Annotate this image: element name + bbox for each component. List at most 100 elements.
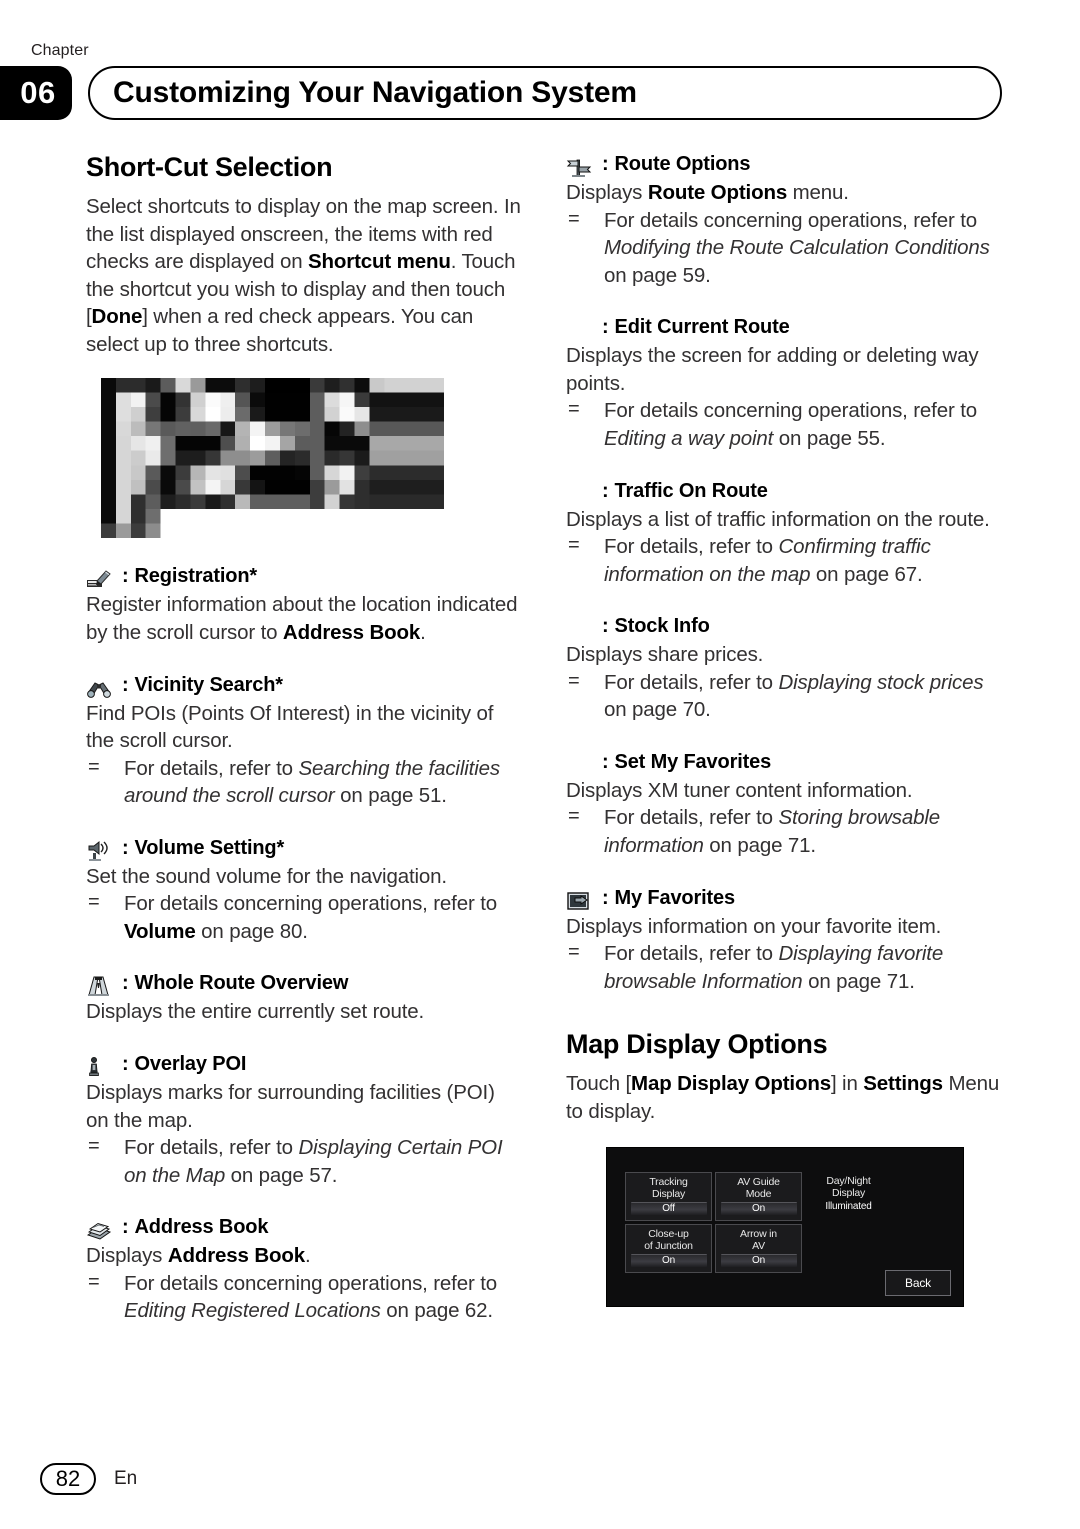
short-cut-selection-intro: Select shortcuts to display on the map s… — [86, 195, 521, 356]
map-option-label-line2: Display — [831, 1187, 866, 1200]
entry-title-text: Stock Info — [614, 615, 710, 638]
my-favorites-icon — [566, 889, 600, 911]
entry-separator: : — [122, 1216, 129, 1239]
reference-mark-icon: = — [568, 534, 580, 557]
map-option-button[interactable]: Arrow in AV On — [715, 1224, 802, 1274]
entry-whole-route-overview: : Whole Route Overview Displays the entire… — [86, 971, 522, 1026]
entry-separator: : — [122, 565, 129, 588]
map-option-value: On — [630, 1254, 707, 1268]
map-option-label-line2: of Junction — [644, 1240, 693, 1253]
reference-note: = For details, refer to Displaying stock … — [566, 669, 1002, 724]
entry-description: Find POIs (Points Of Interest) in the vi… — [86, 701, 494, 753]
reference-note: = For details, refer to Storing browsable… — [566, 804, 1002, 859]
entry-volume-setting: : Volume Setting* Set the sound volume for… — [86, 836, 522, 946]
left-column: Short-Cut Selection Select shortcuts to … — [86, 152, 522, 1325]
entry-heading: : Route Options — [566, 152, 1002, 177]
reference-mark-icon: = — [88, 1135, 100, 1158]
reference-note: = For details, refer to Displaying favori… — [566, 940, 1002, 995]
entry-vicinity-search: : Vicinity Search* Find POIs (Points Of In… — [86, 673, 522, 810]
map-display-options-intro: Touch [Map Display Options] in Settings … — [566, 1072, 1000, 1123]
right-column-entries: : Route Options Displays Route Options men… — [566, 152, 1002, 995]
entry-separator: : — [602, 750, 609, 773]
entry-heading: : Set My Favorites — [566, 750, 1002, 775]
reference-note-text: For details, refer to Displaying Certain… — [124, 1136, 503, 1187]
reference-mark-icon: = — [568, 398, 580, 421]
reference-note: = For details, refer to Displaying Certai… — [86, 1134, 522, 1189]
page-footer: 82 En — [40, 1463, 137, 1495]
reference-mark-icon: = — [568, 207, 580, 230]
back-button[interactable]: Back — [885, 1270, 951, 1297]
entry-description: Displays marks for surrounding facilitie… — [86, 1081, 495, 1132]
reference-note-text: For details, refer to Displaying stock p… — [604, 670, 984, 722]
chapter-label: Chapter — [31, 42, 89, 59]
entry-edit-current-route: : Edit Current Route Displays the screen f… — [566, 315, 1002, 452]
reference-note-text: For details concerning operations, refer… — [124, 1271, 498, 1323]
map-option-value: On — [720, 1202, 797, 1216]
entry-title-text: Volume Setting* — [134, 836, 285, 859]
entry-separator: : — [602, 153, 609, 175]
none — [566, 318, 600, 340]
right-column: : Route Options Displays Route Options men… — [566, 152, 1002, 1308]
map-option-button[interactable]: Close-up of Junction On — [625, 1224, 712, 1274]
entry-overlay-poi: : Overlay POI Displays marks for surroundi… — [86, 1052, 522, 1189]
entry-heading: : Registration* — [86, 564, 522, 589]
entry-title-text: Traffic On Route — [614, 479, 768, 502]
entry-address-book: : Address Book Displays Address Book. = For … — [86, 1215, 522, 1325]
entry-description: Displays share prices. — [566, 643, 764, 667]
entry-description: Displays XM tuner content information. — [566, 778, 913, 802]
map-option-value: On — [720, 1254, 797, 1268]
entry-title-text: My Favorites — [614, 886, 736, 909]
map-option-label-line2: Display — [651, 1188, 686, 1201]
entry-separator: : — [602, 479, 609, 502]
speaker-volume-icon — [86, 839, 120, 861]
entry-separator: : — [602, 316, 609, 339]
entry-heading: : Stock Info — [566, 614, 1002, 639]
reference-mark-icon: = — [88, 755, 100, 778]
reference-note-text: For details, refer to Storing browsable … — [604, 806, 940, 857]
entry-title-text: Vicinity Search* — [134, 673, 284, 696]
entry-heading: : My Favorites — [566, 886, 1002, 911]
map-option-button[interactable]: AV Guide Mode On — [715, 1172, 802, 1222]
entry-registration: : Registration* Register information about… — [86, 564, 522, 646]
none — [566, 753, 600, 775]
entry-heading: : Address Book — [86, 1215, 522, 1240]
entry-route-options: : Route Options Displays Route Options men… — [566, 152, 1002, 289]
reference-note: = For details concerning operations, refe… — [86, 1270, 522, 1325]
map-display-options-screenshot: Tracking Display Off AV Guide Mode On Day/Nigh… — [606, 1147, 964, 1308]
entry-heading: : Traffic On Route — [566, 479, 1002, 504]
section-title-short-cut-selection: Short-Cut Selection — [86, 152, 333, 182]
entry-heading: : Vicinity Search* — [86, 673, 522, 698]
reference-note-text: For details concerning operations, refer… — [604, 399, 978, 450]
entry-title-text: Whole Route Overview — [134, 972, 349, 995]
none — [566, 482, 600, 504]
route-options-signpost-icon — [566, 155, 600, 177]
entry-separator: : — [602, 886, 609, 909]
entry-separator: : — [122, 1053, 129, 1076]
language-code: En — [114, 1468, 138, 1489]
entry-heading: : Overlay POI — [86, 1052, 522, 1077]
entry-title-text: Edit Current Route — [614, 316, 790, 339]
map-option-label-line1: Tracking — [649, 1176, 688, 1189]
entry-title-text: Set My Favorites — [614, 750, 772, 773]
entry-stock-info: : Stock Info Displays share prices. = For de… — [566, 614, 1002, 724]
reference-mark-icon: = — [568, 669, 580, 692]
entry-separator: : — [122, 836, 129, 859]
chapter-number-badge: 06 — [0, 66, 72, 120]
entry-heading: : Edit Current Route — [566, 315, 1002, 340]
reference-note-text: For details, refer to Displaying favorit… — [604, 942, 944, 993]
entry-title-text: Route Options — [614, 153, 751, 175]
section-title-map-display-options: Map Display Options — [566, 1029, 828, 1060]
map-option-value: Off — [630, 1202, 707, 1216]
reference-mark-icon: = — [568, 805, 580, 828]
entry-heading: : Volume Setting* — [86, 836, 522, 861]
entry-description: Displays Address Book. — [86, 1244, 311, 1268]
reference-mark-icon: = — [88, 1270, 100, 1293]
entry-traffic-on-route: : Traffic On Route Displays a list of traf… — [566, 479, 1002, 589]
map-option-value: Illuminated — [825, 1201, 872, 1213]
entry-description: Displays information on your favorite it… — [566, 914, 942, 938]
reference-note: = For details concerning operations, refe… — [566, 207, 1002, 290]
map-option-button[interactable]: Day/Night Display Illuminated — [805, 1172, 892, 1221]
map-option-button[interactable]: Tracking Display Off — [625, 1172, 712, 1222]
none — [566, 617, 600, 639]
entry-title-text: Address Book — [134, 1216, 269, 1239]
